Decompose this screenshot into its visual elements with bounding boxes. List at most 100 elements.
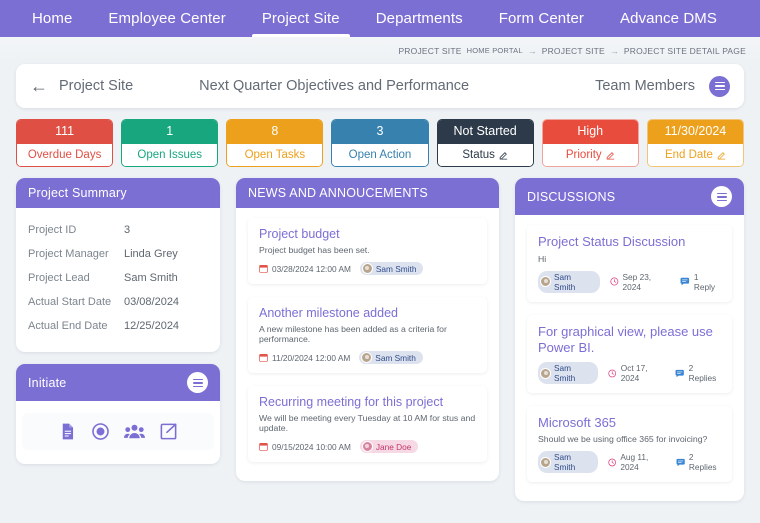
- summary-row: Actual Start Date 03/08/2024: [28, 290, 208, 314]
- summary-value: Linda Grey: [124, 248, 178, 261]
- edit-icon[interactable]: [499, 151, 508, 160]
- clock-icon: [608, 369, 617, 377]
- nav-item-advance-dms[interactable]: Advance DMS: [602, 0, 735, 37]
- kpi-card-status[interactable]: Not Started Status: [436, 119, 534, 168]
- hamburger-icon[interactable]: [709, 75, 730, 97]
- document-icon[interactable]: [58, 422, 77, 441]
- edit-icon[interactable]: [717, 151, 726, 160]
- news-item-author-chip[interactable]: Jane Doe: [359, 440, 419, 454]
- nav-label: Departments: [375, 10, 463, 27]
- summary-value: 12/25/2024: [124, 320, 180, 333]
- news-item-author: Jane Doe: [375, 441, 412, 452]
- summary-value: 3: [124, 224, 131, 237]
- news-item[interactable]: Project budget Project budget has been s…: [248, 218, 487, 285]
- news-item-description: Project budget has been set.: [259, 245, 370, 256]
- kpi-card-overdue-days[interactable]: 111 Overdue Days: [16, 119, 114, 168]
- edit-icon[interactable]: [606, 151, 615, 160]
- kpi-label: Open Action: [348, 148, 412, 161]
- project-summary-panel: Project Summary Project ID 3 Project Man…: [16, 178, 220, 353]
- discussion-item-replies-group[interactable]: 2 Replies: [676, 452, 721, 472]
- news-item-author-chip[interactable]: Sam Smith: [359, 351, 423, 365]
- news-item-date: 09/15/2024 10:00 AM: [272, 441, 351, 452]
- share-icon[interactable]: [159, 422, 178, 441]
- discussion-item[interactable]: For graphical view, please use Power BI.…: [527, 314, 732, 394]
- kpi-value: 11/30/2024: [647, 120, 743, 144]
- breadcrumb-separator-icon: →: [609, 45, 619, 56]
- hamburger-icon[interactable]: [187, 372, 208, 394]
- nav-item-form-center[interactable]: Form Center: [481, 0, 602, 37]
- kpi-label: Priority: [565, 148, 602, 161]
- discussion-item-replies-group[interactable]: 1 Reply: [680, 272, 721, 292]
- discussion-item-title[interactable]: Project Status Discussion: [538, 234, 721, 250]
- panel-header: Project Summary: [16, 178, 220, 209]
- discussion-item-title[interactable]: Microsoft 365: [538, 415, 721, 431]
- news-item-meta: 03/28/2024 12:00 AM Sam Smith: [259, 262, 476, 276]
- page-title: Next Quarter Objectives and Performance: [199, 78, 470, 94]
- avatar: [361, 352, 373, 364]
- nav-item-departments[interactable]: Departments: [358, 0, 481, 37]
- team-members-label[interactable]: Team Members: [595, 78, 695, 94]
- arrow-left-icon[interactable]: ←: [30, 77, 48, 95]
- panel-header: NEWS AND ANNOUCEMENTS: [236, 178, 499, 209]
- breadcrumb-item-project-site[interactable]: PROJECT SITE: [542, 46, 605, 56]
- breadcrumb-item-home[interactable]: HOME PORTAL: [467, 46, 523, 55]
- news-item-title[interactable]: Recurring meeting for this project: [259, 395, 476, 409]
- discussion-item-author-chip[interactable]: Sam Smith: [538, 451, 598, 474]
- news-item-author: Sam Smith: [375, 352, 416, 363]
- discussion-item[interactable]: Project Status Discussion Hi Sam Smith S…: [527, 225, 732, 302]
- kpi-row: 111 Overdue Days 1 Open Issues 8 Open Ta…: [16, 119, 744, 168]
- record-circle-icon[interactable]: [91, 422, 110, 441]
- kpi-card-open-tasks[interactable]: 8 Open Tasks: [226, 119, 324, 168]
- initiate-panel: Initiate: [16, 364, 220, 465]
- left-column: Project Summary Project ID 3 Project Man…: [16, 178, 220, 513]
- summary-key: Project Lead: [28, 272, 90, 285]
- news-item-author-chip[interactable]: Sam Smith: [359, 262, 424, 276]
- calendar-icon: [259, 265, 268, 274]
- kpi-value: 8: [227, 120, 323, 144]
- news-item[interactable]: Another milestone added A new milestone …: [248, 297, 487, 374]
- discussion-item-date-group: Aug 11, 2024: [608, 452, 666, 472]
- discussion-item-replies: 2 Replies: [688, 452, 717, 473]
- discussion-item-author-chip[interactable]: Sam Smith: [538, 362, 599, 385]
- panel-header: DISCUSSIONS: [515, 178, 744, 216]
- nav-item-home[interactable]: Home: [14, 0, 90, 37]
- breadcrumb-item-detail-page: PROJECT SITE DETAIL PAGE: [623, 45, 746, 56]
- page-header-bar: ← Project Site Next Quarter Objectives a…: [16, 64, 744, 108]
- back-label[interactable]: Project Site: [59, 78, 133, 94]
- discussion-item-title[interactable]: For graphical view, please use Power BI.: [538, 324, 721, 357]
- hamburger-icon[interactable]: [711, 186, 732, 208]
- kpi-label: Open Tasks: [244, 148, 306, 161]
- kpi-card-end-date[interactable]: 11/30/2024 End Date: [646, 119, 744, 168]
- news-item-title[interactable]: Another milestone added: [259, 306, 476, 320]
- nav-item-project-site[interactable]: Project Site: [244, 0, 358, 37]
- summary-key: Project Manager: [28, 248, 109, 261]
- news-item[interactable]: Recurring meeting for this project We wi…: [248, 386, 487, 463]
- news-item-date: 11/20/2024 12:00 AM: [272, 352, 351, 363]
- breadcrumb: PROJECT SITE HOME PORTAL → PROJECT SITE …: [0, 37, 760, 64]
- news-title: NEWS AND ANNOUCEMENTS: [248, 186, 428, 201]
- kpi-label: Status: [462, 148, 495, 161]
- kpi-card-open-action[interactable]: 3 Open Action: [331, 119, 429, 168]
- kpi-card-priority[interactable]: High Priority: [541, 119, 639, 168]
- nav-label: Advance DMS: [620, 10, 717, 27]
- summary-key: Actual Start Date: [28, 296, 112, 309]
- news-item-author: Sam Smith: [375, 263, 417, 274]
- discussion-item-author-chip[interactable]: Sam Smith: [538, 270, 600, 293]
- calendar-icon: [259, 354, 268, 363]
- news-item-meta: 11/20/2024 12:00 AM Sam Smith: [259, 351, 476, 365]
- project-summary-body: Project ID 3 Project Manager Linda Grey …: [16, 208, 220, 352]
- discussion-item-author: Sam Smith: [554, 271, 576, 292]
- nav-label: Project Site: [261, 10, 340, 27]
- kpi-value: Not Started: [437, 120, 533, 144]
- discussion-item-replies-group[interactable]: 2 Replies: [675, 363, 721, 383]
- nav-item-employee-center[interactable]: Employee Center: [90, 0, 243, 37]
- discussion-item-author: Sam Smith: [554, 452, 576, 473]
- discussion-item[interactable]: Microsoft 365 Should we be using office …: [527, 406, 732, 483]
- kpi-card-open-issues[interactable]: 1 Open Issues: [121, 119, 219, 168]
- discussions-list: Project Status Discussion Hi Sam Smith S…: [515, 215, 744, 501]
- news-item-date-group: 09/15/2024 10:00 AM: [259, 442, 351, 452]
- discussion-item-date-group: Sep 23, 2024: [610, 272, 670, 292]
- discussion-item-description: Should we be using office 365 for invoic…: [538, 434, 708, 445]
- users-group-icon[interactable]: [124, 422, 145, 441]
- news-item-title[interactable]: Project budget: [259, 227, 476, 241]
